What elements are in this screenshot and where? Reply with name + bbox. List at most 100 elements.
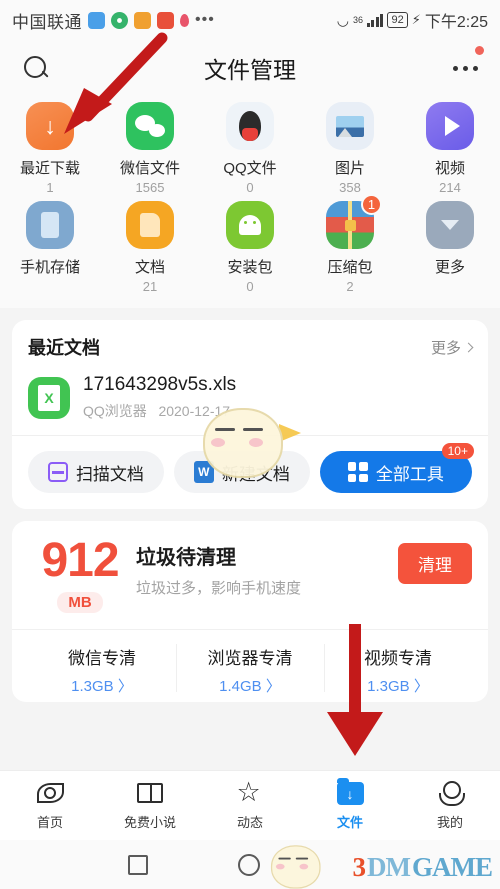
- circle-nav-icon[interactable]: [238, 853, 260, 876]
- grid-item-count: 21: [142, 279, 158, 294]
- wechat-icon: [126, 102, 174, 150]
- bottom-tab-bar: 首页 免费小说 ☆ 动态 ↓ 文件 我的: [0, 770, 500, 840]
- word-icon: W: [193, 461, 214, 483]
- document-source: QQ浏览器: [83, 403, 147, 419]
- new-document-button[interactable]: W 新建文档: [173, 451, 310, 493]
- watermark-part-3: GAME: [412, 852, 493, 882]
- grid-item-more[interactable]: 更多: [400, 201, 500, 294]
- all-tools-button[interactable]: 全部工具 10+: [319, 443, 474, 493]
- cleanup-category-label: 视频专清: [364, 649, 432, 668]
- grid-item-qq-files[interactable]: QQ文件 0: [200, 102, 300, 195]
- grid-item-count: 358: [339, 180, 361, 195]
- video-icon: [426, 102, 474, 150]
- grid-item-label: 视频: [434, 160, 465, 177]
- tab-profile[interactable]: 我的: [400, 780, 500, 831]
- square-nav-icon[interactable]: [128, 854, 148, 875]
- folder-icon: ↓: [336, 778, 364, 807]
- status-bar-left: 中国联通 •••: [12, 8, 215, 33]
- tab-label: 动态: [236, 815, 263, 830]
- tab-files[interactable]: ↓ 文件: [300, 778, 400, 831]
- archive-icon: 1: [326, 194, 382, 249]
- tab-free-novels[interactable]: 免费小说: [100, 780, 200, 831]
- browser-icon: [111, 11, 128, 29]
- cleanup-text: 垃圾待清理 垃圾过多，影响手机速度: [136, 537, 301, 598]
- cleanup-title: 垃圾待清理: [136, 547, 236, 569]
- cleanup-amount: 912: [41, 534, 119, 587]
- more-label: 更多: [430, 339, 461, 357]
- grid-item-count: 1565: [135, 180, 165, 195]
- all-tools-label: 全部工具: [375, 464, 444, 484]
- tab-home[interactable]: 首页: [0, 780, 100, 831]
- grid-item-phone-storage[interactable]: 手机存储: [0, 201, 100, 294]
- download-icon: ↓: [26, 102, 74, 150]
- more-options-icon[interactable]: [453, 65, 478, 71]
- phone-storage-icon: [26, 201, 74, 249]
- grid-item-label: 微信文件: [119, 160, 180, 177]
- cleanup-amount-wrap: 912 MB: [28, 537, 132, 613]
- grid-item-label: 最近下载: [19, 160, 80, 177]
- watermark-part-2: DM: [367, 852, 411, 882]
- grid-item-label: 压缩包: [327, 259, 373, 276]
- grid-item-label: QQ文件: [223, 160, 277, 177]
- cleanup-summary: 912 MB 垃圾待清理 垃圾过多，影响手机速度 清理: [28, 537, 472, 613]
- new-document-label: 新建文档: [221, 464, 290, 484]
- telegram-icon: [88, 11, 105, 29]
- watermark-part-1: 3: [352, 852, 366, 882]
- picture-icon: [326, 102, 374, 150]
- carrier-label: 中国联通: [12, 12, 82, 32]
- scan-document-button[interactable]: 扫描文档: [28, 451, 164, 493]
- cleanup-category-browser[interactable]: 浏览器专清 1.4GB 〉: [176, 630, 324, 702]
- grid-item-wechat-files[interactable]: 微信文件 1565: [100, 102, 200, 195]
- grid-item-count: 0: [246, 180, 254, 195]
- chevron-right-icon: [463, 342, 474, 352]
- apk-icon: [226, 201, 274, 249]
- document-date: 2020-12-17: [158, 403, 231, 419]
- recent-documents-more-link[interactable]: 更多: [430, 337, 474, 358]
- grid-item-pictures[interactable]: 图片 358: [300, 102, 400, 195]
- book-icon: [136, 780, 164, 807]
- watermark-3dmgame: 3 DM GAME: [352, 852, 493, 883]
- document-list-item[interactable]: X 171643298v5s.xls QQ浏览器 2020-12-17: [28, 374, 472, 435]
- grid-item-documents[interactable]: 文档 21: [100, 201, 200, 294]
- all-tools-badge: 10+: [441, 443, 474, 459]
- grid-item-label: 安装包: [227, 259, 273, 276]
- grid-item-count: 214: [439, 180, 461, 195]
- cleanup-category-label: 微信专清: [68, 649, 136, 668]
- grid-item-recent-downloads[interactable]: ↓ 最近下载 1: [0, 102, 100, 195]
- card-divider: [12, 435, 488, 436]
- grid-icon: [347, 462, 368, 482]
- cleanup-category-value: 1.3GB 〉: [367, 678, 429, 695]
- overflow-dots-icon: •••: [195, 11, 215, 28]
- cleanup-category-wechat[interactable]: 微信专清 1.3GB 〉: [28, 630, 176, 702]
- grid-item-label: 文档: [134, 259, 165, 276]
- cleanup-unit: MB: [57, 592, 103, 613]
- tab-label: 免费小说: [123, 815, 176, 830]
- notification-dot: [475, 46, 484, 55]
- status-bar-right: ◡ 36 92 ⚡ 下午2:25: [337, 8, 488, 32]
- star-icon: ☆: [236, 777, 261, 807]
- tab-feed[interactable]: ☆ 动态: [200, 777, 300, 831]
- tab-label: 首页: [36, 815, 63, 830]
- document-name: 171643298v5s.xls: [83, 374, 237, 395]
- grid-item-apk[interactable]: 安装包 0: [200, 201, 300, 294]
- person-icon: [437, 780, 465, 807]
- grid-item-label: 手机存储: [19, 259, 80, 276]
- wifi-icon: ◡: [336, 11, 349, 28]
- phone-screen: 中国联通 ••• ◡ 36 92 ⚡ 下午2:25 文件管理 ↓ 最近下载 1 …: [0, 0, 500, 889]
- battery-level: 92: [387, 12, 408, 28]
- cleanup-action-button[interactable]: 清理: [398, 543, 472, 584]
- cleanup-card: 912 MB 垃圾待清理 垃圾过多，影响手机速度 清理 微信专清 1.3GB 〉…: [12, 521, 488, 702]
- scan-icon: [47, 462, 68, 482]
- cleanup-category-value: 1.4GB 〉: [219, 678, 281, 695]
- media-icon: [134, 11, 151, 29]
- cleanup-category-video[interactable]: 视频专清 1.3GB 〉: [324, 630, 472, 702]
- location-pin-icon: [180, 13, 189, 27]
- document-meta: QQ浏览器 2020-12-17: [83, 401, 236, 421]
- grid-item-videos[interactable]: 视频 214: [400, 102, 500, 195]
- grid-item-label: 图片: [334, 160, 365, 177]
- grid-item-archive[interactable]: 1 压缩包 2: [300, 194, 400, 294]
- status-bar: 中国联通 ••• ◡ 36 92 ⚡ 下午2:25: [0, 0, 500, 40]
- more-down-icon: [426, 201, 474, 249]
- document-action-buttons: 扫描文档 W 新建文档 全部工具 10+: [28, 443, 474, 493]
- signal-bars-icon: [366, 13, 384, 27]
